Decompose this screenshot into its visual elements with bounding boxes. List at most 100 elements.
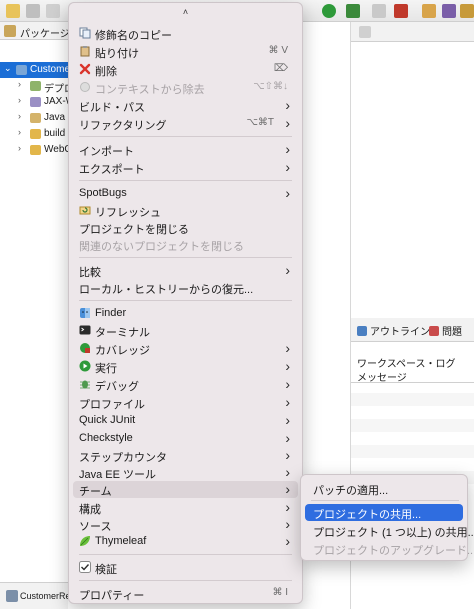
chevron-right-icon[interactable]: ›: [18, 127, 21, 137]
scroll-up-indicator[interactable]: ˄: [69, 7, 302, 21]
menu-item-export[interactable]: エクスポート ›: [73, 159, 298, 176]
shortcut: ⌥⌘T: [246, 117, 274, 128]
menu-item-import[interactable]: インポート ›: [73, 141, 298, 158]
run-toolbar-icon[interactable]: [322, 4, 336, 18]
tree-item-java[interactable]: › Java: [0, 110, 68, 126]
package-explorer-icon: [4, 25, 16, 37]
menu-item-refresh[interactable]: リフレッシュ: [73, 202, 298, 219]
menu-item-delete[interactable]: 削除 ⌦: [73, 61, 298, 78]
chevron-right-icon: ›: [285, 340, 290, 356]
tab-problems[interactable]: 問題: [429, 323, 462, 338]
menu-item-copy-qualified-name[interactable]: 修飾名のコピー: [73, 25, 298, 42]
menu-item-compare[interactable]: 比較 ›: [73, 262, 298, 279]
search-toolbar-icon[interactable]: [460, 4, 474, 18]
menu-item-team[interactable]: チーム ›: [73, 481, 298, 498]
print-icon[interactable]: [46, 4, 60, 18]
chevron-down-icon[interactable]: ⌄: [4, 63, 12, 74]
menu-item-configure[interactable]: 構成 ›: [73, 499, 298, 516]
menu-item-close-project[interactable]: プロジェクトを閉じる: [73, 219, 298, 236]
tab-problems-label: 問題: [442, 327, 462, 338]
menu-item-terminal[interactable]: ターミナル: [73, 322, 298, 339]
menu-item-restore-local-history[interactable]: ローカル・ヒストリーからの復元...: [73, 279, 298, 296]
tree-item-webcontent[interactable]: › WebC: [0, 142, 68, 158]
status-bar: CustomerRe: [0, 582, 68, 609]
menu-item-quick-junit[interactable]: Quick JUnit ›: [73, 412, 298, 429]
coverage-icon: [80, 343, 90, 353]
remove-context-icon: [80, 82, 90, 92]
tree-item-label: Java: [44, 112, 66, 123]
menu-item-properties[interactable]: プロパティー ⌘ I: [73, 585, 298, 602]
log-row[interactable]: [351, 445, 474, 458]
menu-item-spotbugs[interactable]: SpotBugs ›: [73, 185, 298, 202]
paste-icon: [80, 46, 90, 57]
context-menu: ˄ 修飾名のコピー 貼り付け ⌘ V 削除 ⌦ コンテキストから除去 ⌥⇧⌘↓ …: [68, 2, 303, 604]
menu-item-build-path[interactable]: ビルド・パス ›: [73, 97, 298, 114]
problems-icon: [429, 326, 439, 336]
menu-separator: [79, 180, 292, 181]
coverage-toolbar-icon[interactable]: [346, 4, 360, 18]
menu-item-checkstyle[interactable]: Checkstyle ›: [73, 430, 298, 447]
menu-separator: [79, 300, 292, 301]
java-resources-icon: [30, 113, 41, 123]
new-file-icon[interactable]: [6, 4, 20, 18]
chevron-right-icon: ›: [285, 115, 290, 131]
package-icon[interactable]: [422, 4, 436, 18]
view-menu-icon[interactable]: [359, 26, 371, 38]
delete-icon: [79, 63, 91, 75]
chevron-right-icon[interactable]: ›: [18, 111, 21, 121]
submenu-item-apply-patch[interactable]: パッチの適用...: [305, 480, 463, 497]
outline-tab-bar: アウトライン 問題: [351, 318, 474, 342]
menu-separator: [311, 500, 459, 501]
menu-item-source[interactable]: ソース ›: [73, 516, 298, 533]
thymeleaf-leaf-icon: [80, 536, 90, 546]
chevron-right-icon: ›: [285, 97, 290, 113]
chevron-right-icon: ›: [285, 481, 290, 497]
menu-item-coverage[interactable]: カバレッジ ›: [73, 340, 298, 357]
chevron-right-icon: ›: [285, 358, 290, 374]
run-icon: [79, 360, 91, 372]
submenu-item-share-project[interactable]: プロジェクトの共用...: [305, 504, 463, 521]
chevron-right-icon[interactable]: ›: [18, 79, 21, 89]
copy-qualified-icon: [79, 27, 91, 39]
chevron-right-icon: ›: [285, 516, 290, 532]
external-tools-icon[interactable]: [372, 4, 386, 18]
menu-item-run[interactable]: 実行 ›: [73, 358, 298, 375]
terminal-icon: [79, 325, 91, 335]
tree-item-project[interactable]: ⌄ Customer: [0, 62, 68, 78]
project-icon: [16, 65, 27, 75]
submenu-item-upgrade-projects: プロジェクトのアップグレード...: [313, 545, 474, 557]
menu-item-debug[interactable]: デバッグ ›: [73, 376, 298, 393]
chevron-right-icon[interactable]: ›: [18, 143, 21, 153]
log-row[interactable]: [351, 419, 474, 432]
log-row[interactable]: [351, 393, 474, 406]
menu-item-java-ee-tools[interactable]: Java EE ツール ›: [73, 464, 298, 481]
menu-item-remove-from-context: コンテキストから除去 ⌥⇧⌘↓: [73, 79, 298, 96]
menu-item-step-counter[interactable]: ステップカウンタ ›: [73, 447, 298, 464]
finder-icon: [80, 308, 90, 318]
deployment-descriptor-icon: [30, 81, 41, 91]
chevron-right-icon: ›: [285, 159, 290, 175]
tree-item-deployment[interactable]: › デプロ: [0, 78, 68, 94]
server-icon[interactable]: [394, 4, 408, 18]
menu-item-refactoring[interactable]: リファクタリング ⌥⌘T ›: [73, 115, 298, 132]
message-column-header[interactable]: メッセージ: [351, 367, 474, 384]
tab-outline[interactable]: アウトライン: [357, 323, 430, 338]
tree-item-label: デプロ: [44, 84, 68, 94]
save-icon[interactable]: [26, 4, 40, 18]
menu-item-finder[interactable]: Finder: [73, 305, 298, 322]
menu-item-profile[interactable]: プロファイル ›: [73, 394, 298, 411]
package-explorer-tab[interactable]: パッケージ・エク: [0, 22, 68, 40]
menu-item-validate[interactable]: 検証: [73, 559, 298, 576]
menu-separator: [79, 257, 292, 258]
package-explorer: パッケージ・エク ⌄ Customer › デプロ › JAX-W › Java…: [0, 22, 68, 609]
open-type-icon[interactable]: [442, 4, 456, 18]
menu-item-thymeleaf[interactable]: Thymeleaf ›: [73, 533, 298, 550]
submenu-item-share-projects[interactable]: プロジェクト (1 つ以上) の共用...: [305, 522, 474, 539]
status-project-icon: [6, 590, 18, 602]
shortcut: ⌥⇧⌘↓: [253, 81, 288, 92]
chevron-right-icon[interactable]: ›: [18, 95, 21, 105]
tree-item-build[interactable]: › build: [0, 126, 68, 142]
menu-item-paste[interactable]: 貼り付け ⌘ V: [73, 43, 298, 60]
jaxws-icon: [30, 97, 41, 107]
tree-item-jaxws[interactable]: › JAX-W: [0, 94, 68, 110]
